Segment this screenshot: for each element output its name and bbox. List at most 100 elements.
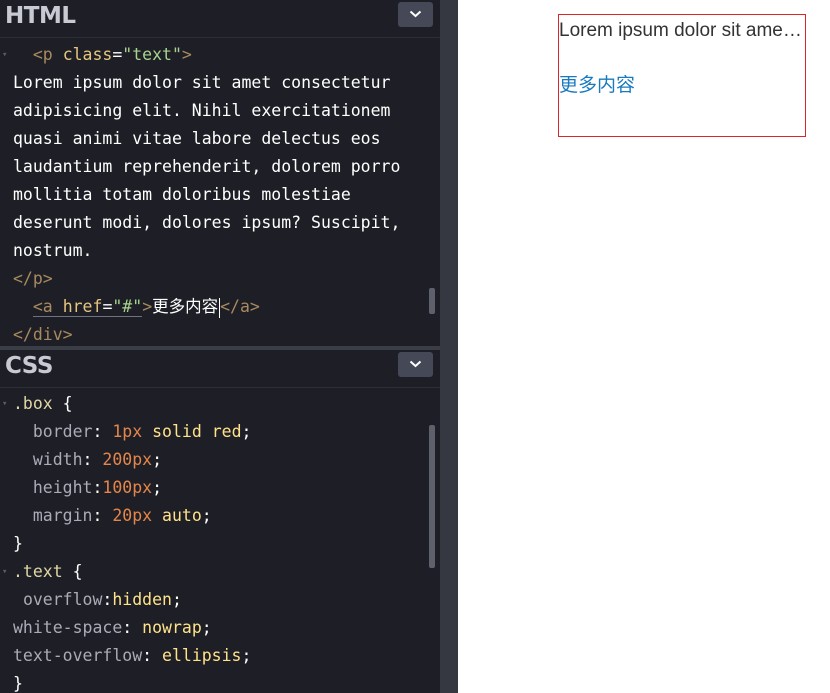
- code-token: :: [102, 590, 113, 609]
- code-token: adipisicing elit. Nihil exercitationem: [13, 101, 391, 120]
- code-token: {: [62, 562, 83, 581]
- code-line[interactable]: }: [0, 670, 430, 693]
- fold-arrow-icon[interactable]: ▾: [2, 390, 7, 418]
- code-token: :: [82, 450, 103, 469]
- fold-arrow-icon[interactable]: ▾: [2, 41, 7, 69]
- code-line[interactable]: nostrum.: [0, 237, 430, 265]
- code-line[interactable]: text-overflow: ellipsis;: [0, 642, 430, 670]
- code-line[interactable]: </p>: [0, 265, 430, 293]
- code-line[interactable]: white-space: nowrap;: [0, 614, 430, 642]
- code-line[interactable]: margin: 20px auto;: [0, 502, 430, 530]
- code-token: href: [62, 297, 103, 317]
- css-scrollbar[interactable]: [429, 425, 435, 568]
- code-token: :: [92, 478, 103, 497]
- code-token: ellipsis: [162, 646, 242, 665]
- code-token: mollitia totam doloribus molestiae: [13, 185, 351, 204]
- code-line[interactable]: Lorem ipsum dolor sit amet consectetur: [0, 69, 430, 97]
- html-panel-title: HTML: [5, 3, 76, 29]
- code-token: >: [142, 297, 153, 316]
- code-line[interactable]: height:100px;: [0, 474, 430, 502]
- html-panel-header: HTML: [0, 0, 440, 38]
- code-token: :: [92, 506, 113, 525]
- code-token: }: [13, 674, 23, 693]
- html-code-area[interactable]: ▾ <p class="text"> Lorem ipsum dolor sit …: [0, 41, 430, 346]
- code-token: :: [92, 422, 113, 441]
- code-line[interactable]: width: 200px;: [0, 446, 430, 474]
- code-token: solid red: [142, 422, 242, 441]
- code-token: 20px: [112, 506, 153, 525]
- code-line[interactable]: deserunt modi, dolores ipsum? Suscipit,: [0, 209, 430, 237]
- code-line[interactable]: }: [0, 530, 430, 558]
- code-token: =: [102, 297, 113, 317]
- css-panel-title: CSS: [5, 353, 53, 379]
- code-line[interactable]: quasi animi vitae labore delectus eos: [0, 125, 430, 153]
- chevron-down-icon: [409, 360, 422, 368]
- code-token: </a>: [220, 297, 260, 316]
- code-line[interactable]: ▾ <p class="text">: [0, 41, 430, 69]
- code-token: ;: [201, 506, 212, 525]
- code-line[interactable]: laudantium reprehenderit, dolorem porro: [0, 153, 430, 181]
- code-token: :: [122, 618, 143, 637]
- code-editor: ▾ <p class="text"> Lorem ipsum dolor sit …: [0, 0, 440, 693]
- code-line[interactable]: ▾ .box {: [0, 390, 430, 418]
- code-token: "#": [112, 297, 143, 317]
- html-scrollbar[interactable]: [429, 288, 435, 314]
- code-token: >: [181, 45, 192, 64]
- code-token: ;: [171, 590, 182, 609]
- code-token: <a: [32, 297, 63, 317]
- code-token: </p>: [13, 269, 53, 288]
- code-token: width: [32, 450, 83, 469]
- code-line[interactable]: border: 1px solid red;: [0, 418, 430, 446]
- code-token: nostrum.: [13, 241, 93, 260]
- html-collapse-button[interactable]: [398, 2, 433, 27]
- preview-more-link[interactable]: 更多内容: [559, 70, 635, 97]
- code-token: laudantium reprehenderit, dolorem porro: [13, 157, 401, 176]
- css-code-area[interactable]: ▾ .box { border: 1px solid red; width: 20…: [0, 390, 430, 693]
- code-token: overflow: [22, 590, 103, 609]
- code-line[interactable]: </div>: [0, 321, 430, 346]
- code-token: ;: [241, 646, 252, 665]
- code-token: white-space: [13, 618, 123, 637]
- code-token: </div>: [13, 325, 73, 344]
- code-token: <p: [32, 45, 63, 64]
- code-token: margin: [32, 506, 93, 525]
- html-panel: ▾ <p class="text"> Lorem ipsum dolor sit …: [0, 0, 440, 346]
- preview-box: Lorem ipsum dolor sit amet consectetur a…: [558, 14, 806, 137]
- code-token: border: [32, 422, 93, 441]
- code-token: 100px: [102, 478, 153, 497]
- code-token: deserunt modi, dolores ipsum? Suscipit,: [13, 213, 401, 232]
- code-line[interactable]: mollitia totam doloribus molestiae: [0, 181, 430, 209]
- code-token: height: [32, 478, 93, 497]
- chevron-down-icon: [409, 10, 422, 18]
- code-line[interactable]: <a href="#">更多内容 </a>: [0, 293, 430, 321]
- code-token: :: [142, 646, 163, 665]
- code-line[interactable]: overflow:hidden;: [0, 586, 430, 614]
- code-token: }: [13, 534, 23, 553]
- editor-resize-gutter[interactable]: [440, 0, 458, 693]
- code-line[interactable]: adipisicing elit. Nihil exercitationem: [0, 97, 430, 125]
- code-token: nowrap: [142, 618, 202, 637]
- code-token: =: [112, 45, 123, 64]
- code-token: hidden: [112, 590, 172, 609]
- code-token: ;: [152, 450, 163, 469]
- code-token: ;: [152, 478, 163, 497]
- css-collapse-button[interactable]: [398, 352, 433, 377]
- preview-paragraph: Lorem ipsum dolor sit amet consectetur a…: [559, 20, 805, 41]
- code-token: 更多内容: [152, 297, 219, 316]
- code-line[interactable]: ▾ .text {: [0, 558, 430, 586]
- code-token: .box: [13, 394, 53, 413]
- code-token: Lorem ipsum dolor sit amet consectetur: [13, 73, 391, 92]
- code-token: quasi animi vitae labore delectus eos: [13, 129, 381, 148]
- code-token: {: [52, 394, 73, 413]
- css-panel: ▾ .box { border: 1px solid red; width: 20…: [0, 350, 440, 693]
- code-token: 1px: [112, 422, 143, 441]
- code-token: class: [62, 45, 113, 64]
- fold-arrow-icon[interactable]: ▾: [2, 558, 7, 586]
